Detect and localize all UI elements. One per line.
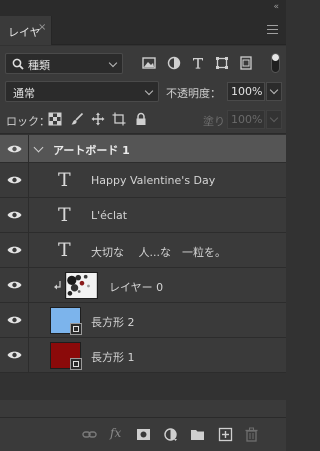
eye-icon: [7, 145, 22, 152]
layers-empty-area: [0, 400, 286, 417]
layer-name: Happy Valentine's Day: [91, 174, 216, 187]
eye-icon: [7, 281, 22, 289]
layer-name: L'éclat: [91, 209, 128, 222]
tab-layers[interactable]: レイヤー ×: [0, 16, 52, 55]
lock-transparent-pixels-icon[interactable]: [48, 112, 62, 126]
panel-top-strip: «: [0, 0, 286, 16]
lock-all-icon[interactable]: [134, 112, 148, 126]
layer-row-artboard[interactable]: アートボード 1: [0, 135, 286, 163]
fill-dropdown-button[interactable]: [266, 110, 282, 129]
panel-menu-icon[interactable]: [267, 25, 278, 34]
eye-icon: [7, 211, 22, 219]
chevron-down-icon[interactable]: [33, 142, 44, 153]
blend-bar: 通常 不透明度： 100%: [0, 80, 286, 104]
visibility-toggle[interactable]: [0, 268, 29, 302]
filter-bar: 種類: [0, 46, 286, 80]
shape-layer-badge-icon: [70, 358, 82, 370]
layer-name: アートボード 1: [53, 144, 130, 157]
search-icon: [12, 58, 24, 70]
shape-thumbnail: [50, 342, 82, 370]
chevron-down-icon: [269, 85, 279, 95]
lock-bar: ロック： 塗り： 100%: [0, 104, 286, 134]
layer-name: 長方形 1: [91, 351, 135, 364]
fill-value: 100%: [231, 113, 263, 126]
blend-mode-select[interactable]: 通常: [5, 81, 159, 102]
layer-row-text[interactable]: T Happy Valentine's Day: [0, 163, 286, 198]
visibility-toggle[interactable]: [0, 233, 29, 267]
link-layers-icon[interactable]: [82, 427, 97, 442]
image-filter-icon[interactable]: [141, 55, 157, 71]
layers-list: アートボード 1 T Happy Valentine's Day T L'écl…: [0, 135, 286, 373]
layer-row-image[interactable]: レイヤー 0: [0, 268, 286, 303]
lock-image-pixels-icon[interactable]: [70, 112, 84, 126]
text-layer-icon: T: [58, 169, 71, 191]
eye-icon: [7, 316, 22, 324]
fill-input[interactable]: 100%: [227, 110, 265, 129]
lock-label: ロック：: [6, 115, 50, 128]
layer-row-text[interactable]: T 大切な 人...な 一粒を。: [0, 233, 286, 268]
visibility-toggle[interactable]: [0, 135, 29, 162]
chevron-down-icon: [144, 86, 154, 96]
chevron-down-icon: [269, 113, 279, 123]
image-thumbnail: [65, 272, 98, 299]
text-layer-icon: T: [58, 239, 71, 261]
add-mask-icon[interactable]: [136, 427, 151, 442]
chevron-down-icon: [108, 58, 118, 68]
opacity-input[interactable]: 100%: [227, 82, 265, 101]
shape-filter-icon[interactable]: [214, 55, 230, 71]
panel-tab-bar: レイヤー ×: [0, 16, 286, 55]
panel-footer: fx: [0, 417, 286, 451]
layer-row-shape[interactable]: 長方形 2: [0, 303, 286, 338]
shape-thumbnail: [50, 307, 82, 335]
visibility-toggle[interactable]: [0, 163, 29, 197]
adjustment-filter-icon[interactable]: [166, 55, 182, 71]
opacity-label: 不透明度：: [166, 87, 221, 100]
visibility-toggle[interactable]: [0, 303, 29, 337]
layer-row-shape[interactable]: 長方形 1: [0, 338, 286, 373]
close-icon[interactable]: ×: [38, 22, 46, 33]
collapse-panel-icon[interactable]: «: [273, 2, 278, 12]
layer-name: 大切な 人...な 一粒を。: [91, 246, 226, 259]
text-layer-icon: T: [58, 204, 71, 226]
layer-row-text[interactable]: T L'éclat: [0, 198, 286, 233]
layer-name: レイヤー 0: [109, 281, 164, 294]
filter-kind-select[interactable]: 種類: [5, 53, 123, 74]
fx-icon[interactable]: fx: [110, 426, 125, 441]
eye-icon: [7, 246, 22, 254]
type-filter-icon[interactable]: [190, 55, 206, 71]
lock-artboard-icon[interactable]: [112, 112, 126, 126]
opacity-value: 100%: [231, 85, 263, 98]
new-group-icon[interactable]: [190, 427, 205, 442]
layer-name: 長方形 2: [91, 316, 135, 329]
eye-icon: [7, 351, 22, 359]
new-layer-icon[interactable]: [218, 427, 233, 442]
delete-layer-icon[interactable]: [244, 427, 259, 442]
filter-toggle-switch[interactable]: [271, 53, 280, 73]
adjustment-layer-icon[interactable]: [163, 427, 178, 442]
eye-icon: [7, 176, 22, 184]
visibility-toggle[interactable]: [0, 338, 29, 372]
filter-kind-label: 種類: [28, 59, 50, 72]
blend-mode-value: 通常: [13, 87, 35, 100]
lock-position-icon[interactable]: [91, 112, 105, 126]
opacity-dropdown-button[interactable]: [266, 82, 282, 101]
visibility-toggle[interactable]: [0, 198, 29, 232]
smart-object-filter-icon[interactable]: [238, 55, 254, 71]
clipping-mask-arrow-icon: [54, 281, 61, 290]
shape-layer-badge-icon: [70, 323, 82, 335]
